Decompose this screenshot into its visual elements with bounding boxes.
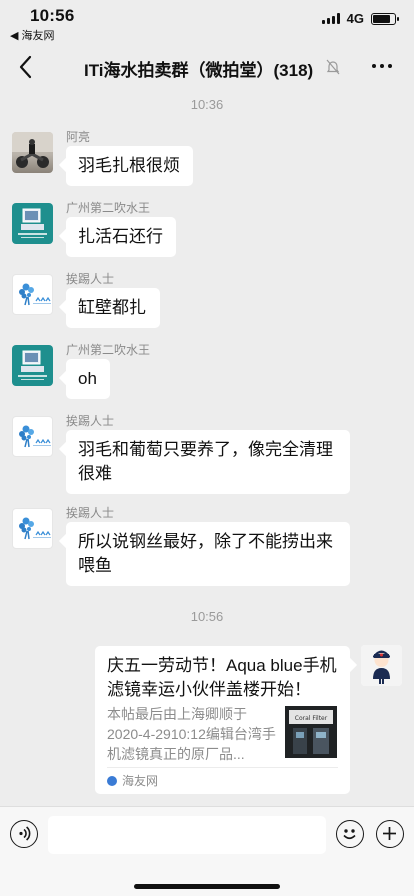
sender-name: 广州第二吹水王	[66, 201, 151, 215]
coral-avatar[interactable]	[12, 274, 53, 315]
time-divider: 10:56	[190, 609, 224, 624]
link-card-description: 本帖最后由上海卿顺于2020-4-2910:12编辑台湾手机滤镜真正的原厂品..…	[107, 706, 276, 762]
thumbnail-label: Coral Filter	[295, 715, 328, 722]
more-dots-icon[interactable]	[372, 64, 392, 68]
coral-avatar[interactable]	[12, 508, 53, 549]
nav-bar: ITi海水拍卖群（微拍堂）(318)	[0, 44, 414, 90]
site-logo-icon	[107, 775, 117, 786]
status-bar: 10:56 ◀ 海友网 4G	[0, 0, 414, 44]
voice-icon[interactable]	[10, 820, 38, 848]
link-card-divider	[107, 767, 338, 768]
coral-avatar[interactable]	[12, 416, 53, 457]
message-bubble[interactable]: 所以说钢丝最好，除了不能捞出来喂鱼	[66, 522, 350, 586]
link-card-thumbnail: Coral Filter	[285, 706, 337, 758]
motorcycle-avatar[interactable]	[12, 132, 53, 173]
computer-avatar[interactable]	[12, 345, 53, 386]
message-input[interactable]	[48, 816, 326, 854]
link-card-source-name: 海友网	[122, 774, 159, 788]
signal-icon	[321, 13, 340, 24]
link-card[interactable]: 庆五一劳动节！Aqua blue手机滤镜幸运小伙伴盖楼开始！ 本帖最后由上海卿顺…	[95, 646, 350, 794]
mute-bell-icon	[326, 59, 340, 75]
chat-title: ITi海水拍卖群（微拍堂）(318)	[84, 61, 314, 80]
message-bubble[interactable]: 扎活石还行	[66, 217, 176, 257]
status-indicators: 4G	[321, 11, 399, 26]
sender-name: 挨踢人士	[66, 272, 115, 286]
network-type: 4G	[346, 11, 364, 26]
link-card-source: 海友网	[107, 772, 158, 789]
message-bubble[interactable]: 羽毛和葡萄只要养了，像完全清理很难	[66, 430, 350, 494]
message-bubble[interactable]: 羽毛扎根很烦	[66, 146, 193, 186]
chat-area[interactable]: 10:36 阿亮 羽毛扎根很烦 广州第二吹水王 扎活石还行 挨踢人士 缸壁都扎 …	[0, 90, 414, 806]
my-avatar[interactable]	[361, 645, 402, 686]
message-bubble[interactable]: 缸壁都扎	[66, 288, 160, 328]
emoji-icon[interactable]	[336, 820, 364, 848]
link-card-title: 庆五一劳动节！Aqua blue手机滤镜幸运小伙伴盖楼开始！	[107, 656, 337, 699]
chevron-left-icon[interactable]	[14, 54, 38, 80]
status-time: 10:56	[30, 6, 75, 25]
input-bar	[0, 806, 414, 896]
back-to-app-link[interactable]: ◀ 海友网	[10, 27, 55, 43]
home-indicator	[134, 884, 280, 889]
plus-icon[interactable]	[376, 820, 404, 848]
computer-avatar[interactable]	[12, 203, 53, 244]
sender-name: 挨踢人士	[66, 414, 115, 428]
battery-icon	[371, 12, 399, 25]
sender-name: 挨踢人士	[66, 506, 115, 520]
message-bubble[interactable]: oh	[66, 359, 110, 399]
sender-name: 广州第二吹水王	[66, 343, 151, 357]
sender-name: 阿亮	[66, 130, 91, 144]
time-divider: 10:36	[190, 97, 224, 112]
